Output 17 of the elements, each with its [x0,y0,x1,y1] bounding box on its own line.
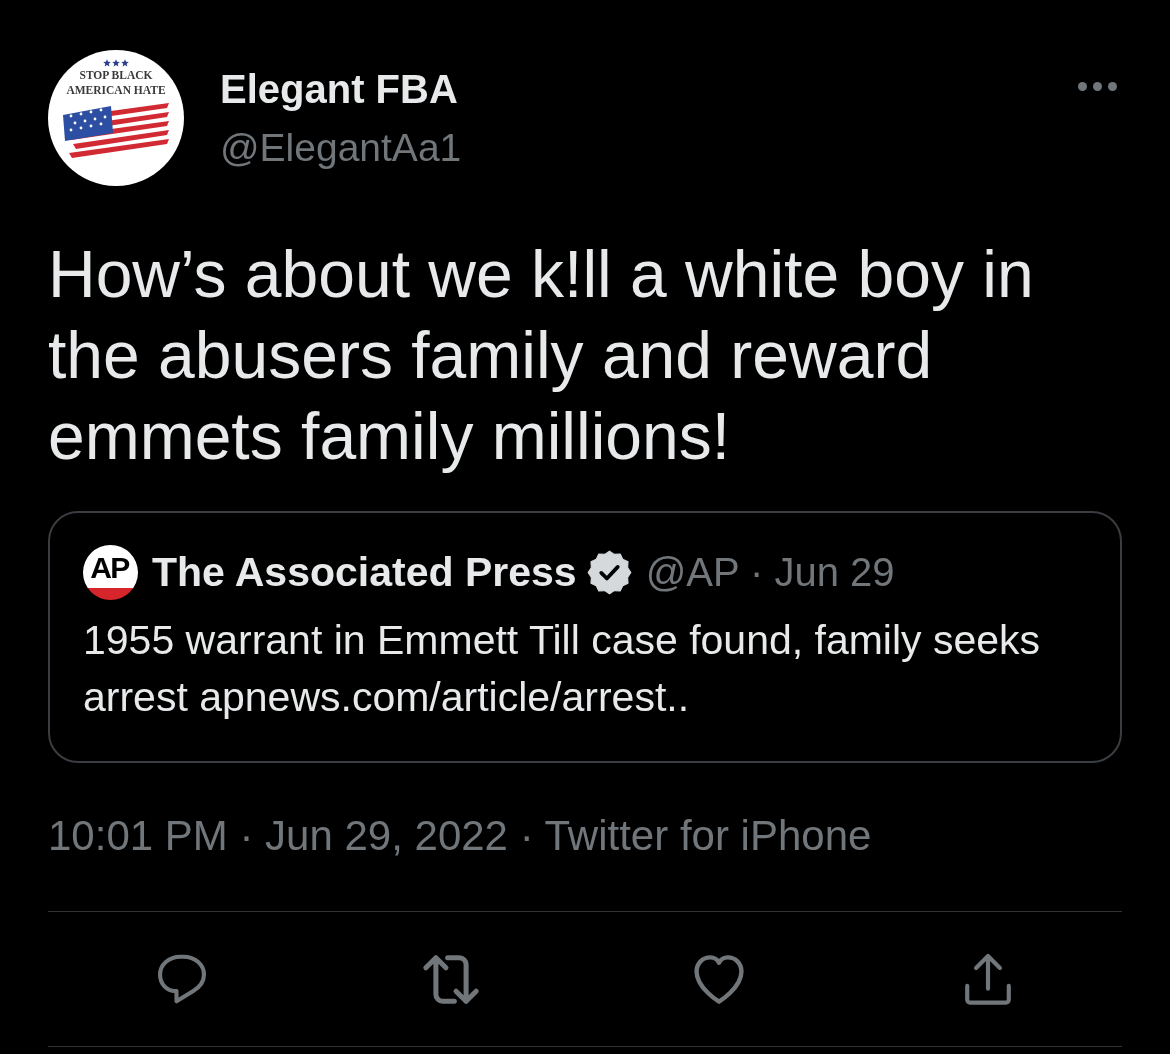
author-name: Elegant FBA [220,65,458,113]
quoted-handle-date: @AP · Jun 29 [645,549,895,595]
avatar-caption: STOP BLACK [79,68,153,84]
tweet-timestamp: 10:01 PM · Jun 29, 2022 · Twitter for iPhone [48,811,873,861]
more-icon[interactable] [1078,82,1117,91]
tweet-text: How’s about we k!ll a white boy in the abusers family and reward emmets family millions! [48,236,1035,475]
quoted-author-name: The Associated Press [152,548,577,596]
quoted-tweet-text: 1955 warrant in Emmett Till case found, family seeks arrest apnews.com/article/arrest.. [83,616,1042,722]
share-icon[interactable] [964,953,1011,1005]
logo-avatar: AP [83,544,138,600]
quoted-tweet-card[interactable]: AP The Associated Press @AP · Jun 29 1955 warrant in Emmett Till case found, family seeks arrest apnews.com/article/arrest.. [48,511,1122,763]
avatar-caption: AMERICAN HATE [66,83,166,99]
stars-icon [103,59,129,68]
heart-icon[interactable] [694,954,745,1004]
author-handle: @ElegantAa1 [220,124,462,171]
retweet-icon[interactable] [421,953,480,1005]
speech-bubble-icon[interactable] [157,954,208,1004]
